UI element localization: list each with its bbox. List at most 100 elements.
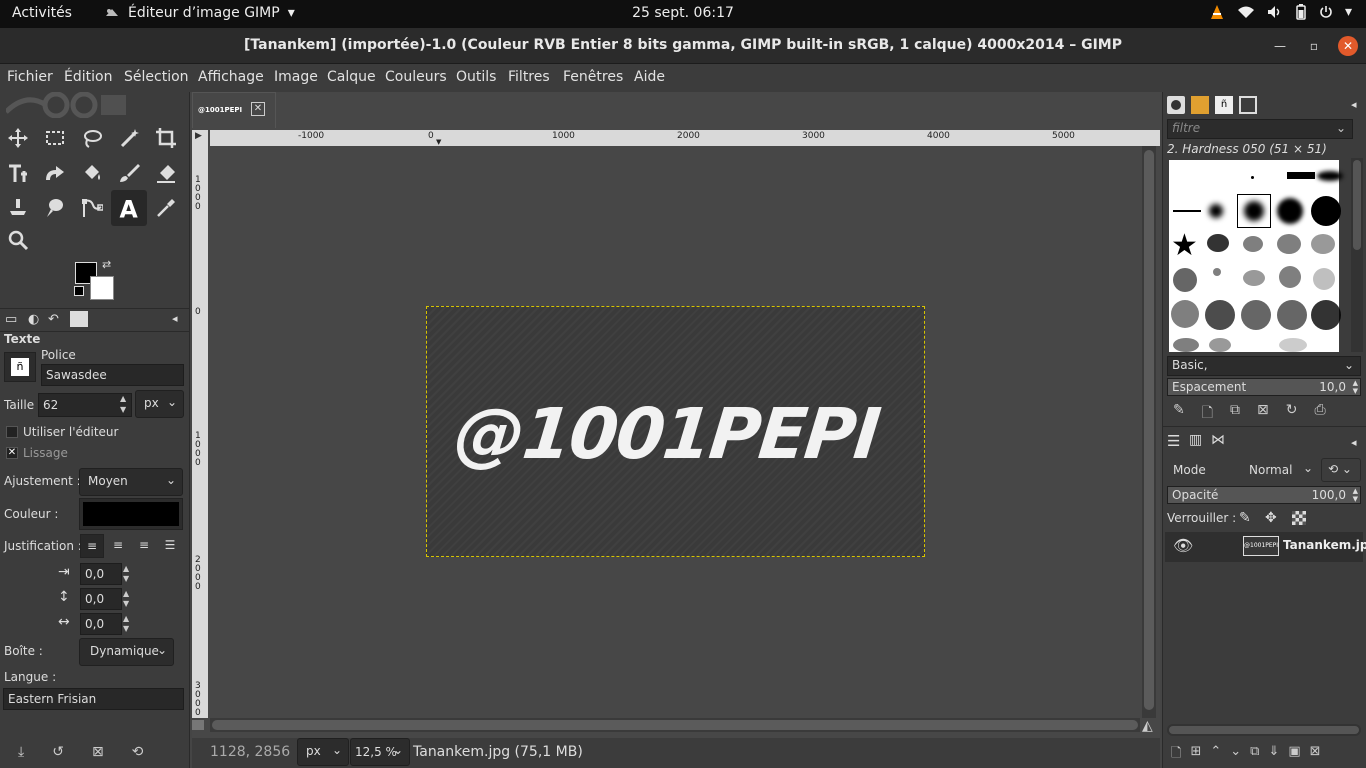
raise-layer-icon[interactable]: ⌃: [1210, 744, 1221, 766]
delete-options-icon[interactable]: ⊠: [92, 744, 104, 760]
color-picker-tool-icon[interactable]: [151, 193, 181, 223]
layer-row[interactable]: 👁 @1001PEPI Tanankem.jpg: [1165, 532, 1366, 562]
brush-item[interactable]: [1209, 338, 1231, 352]
eye-icon[interactable]: 👁: [1173, 536, 1193, 555]
open-brush-as-image-icon[interactable]: ⎙: [1314, 402, 1325, 426]
new-group-icon[interactable]: ⊞: [1190, 744, 1201, 766]
layer-mode-select[interactable]: Normal ⌄: [1243, 458, 1315, 482]
layers-hscrollbar[interactable]: [1167, 724, 1361, 736]
unified-transform-tool-icon[interactable]: [3, 158, 33, 188]
brushes-tab-icon[interactable]: [1167, 96, 1185, 114]
line-spacing-spin-icon[interactable]: ▲ ▼: [123, 589, 129, 609]
close-tab-icon[interactable]: ✕: [251, 102, 265, 116]
indent-spin-icon[interactable]: ▲ ▼: [123, 564, 129, 584]
text-color-button[interactable]: [79, 498, 183, 530]
vertical-scrollbar[interactable]: [1142, 146, 1156, 718]
delete-layer-icon[interactable]: ⊠: [1310, 744, 1321, 766]
dock-menu-icon[interactable]: ◂: [1351, 436, 1357, 449]
swap-colors-icon[interactable]: ⇄: [102, 258, 111, 271]
document-history-tab-icon[interactable]: [1239, 96, 1257, 114]
restore-options-icon[interactable]: ↺: [52, 744, 64, 760]
power-icon[interactable]: [1319, 5, 1333, 19]
duplicate-layer-icon[interactable]: ⧉: [1250, 744, 1259, 766]
brush-item[interactable]: [1241, 300, 1271, 330]
lock-pixels-icon[interactable]: ✎: [1239, 510, 1251, 526]
brush-item[interactable]: [1251, 176, 1254, 179]
justify-center-button[interactable]: ≡: [132, 534, 156, 558]
zoom-tool-icon[interactable]: [3, 225, 33, 255]
font-field[interactable]: Sawasdee: [41, 364, 184, 386]
save-options-icon[interactable]: ⤓: [18, 744, 24, 760]
menu-aide[interactable]: Aide: [634, 69, 665, 85]
device-status-tab-icon[interactable]: ◐: [28, 312, 39, 327]
brush-item[interactable]: [1277, 198, 1303, 224]
warp-tool-icon[interactable]: [40, 158, 70, 188]
menu-image[interactable]: Image: [274, 69, 318, 85]
smudge-tool-icon[interactable]: [40, 193, 70, 223]
vertical-ruler[interactable]: 1000 0 1000 2000 3000: [192, 146, 208, 718]
lower-layer-icon[interactable]: ⌄: [1230, 744, 1241, 766]
maximize-button[interactable]: ▫: [1304, 36, 1324, 56]
size-field[interactable]: 62: [38, 393, 132, 417]
paths-tool-icon[interactable]: [77, 193, 107, 223]
refresh-brushes-icon[interactable]: ↻: [1286, 402, 1298, 426]
antialias-label[interactable]: Lissage: [23, 446, 68, 460]
clock[interactable]: 25 sept. 06:17: [0, 5, 1366, 21]
justify-left-button[interactable]: ≡: [80, 534, 104, 558]
brush-item[interactable]: [1279, 338, 1307, 352]
use-editor-label[interactable]: Utiliser l'éditeur: [23, 425, 118, 439]
tool-options-tab-icon[interactable]: ▭: [5, 312, 17, 327]
brush-grid-scrollbar[interactable]: [1351, 158, 1363, 352]
image-canvas[interactable]: @1001PEPI: [426, 306, 925, 557]
brush-item[interactable]: [1207, 234, 1229, 252]
brush-item[interactable]: [1311, 300, 1341, 330]
brush-item[interactable]: [1205, 300, 1235, 330]
layers-tab-icon[interactable]: ☰: [1167, 432, 1180, 450]
merge-layer-icon[interactable]: ⇓: [1268, 744, 1279, 766]
layer-mode-switch-button[interactable]: ⟲ ⌄: [1321, 458, 1361, 482]
brush-item[interactable]: [1279, 266, 1301, 288]
brush-item[interactable]: [1311, 234, 1335, 254]
brush-item[interactable]: [1243, 270, 1265, 286]
scroll-thumb[interactable]: [212, 720, 1138, 730]
duplicate-brush-icon[interactable]: ⧉: [1230, 402, 1240, 426]
indent-field[interactable]: 0,0: [80, 563, 122, 585]
scroll-thumb[interactable]: [1353, 160, 1361, 250]
close-button[interactable]: ✕: [1338, 36, 1358, 56]
text-tool-icon[interactable]: A: [111, 190, 147, 226]
antialias-checkbox[interactable]: ✕: [6, 447, 18, 459]
bucket-fill-tool-icon[interactable]: [77, 158, 107, 188]
lock-alpha-icon[interactable]: [1292, 511, 1306, 525]
menu-fenetres[interactable]: Fenêtres: [563, 69, 623, 85]
menu-couleurs[interactable]: Couleurs: [385, 69, 447, 85]
patterns-tab-icon[interactable]: [1191, 96, 1209, 114]
menu-selection[interactable]: Sélection: [124, 69, 189, 85]
undo-history-tab-icon[interactable]: ↶: [48, 312, 59, 327]
chevron-down-icon[interactable]: ▾: [1345, 4, 1352, 20]
box-select[interactable]: Dynamique ⌄: [79, 638, 174, 666]
menu-filtres[interactable]: Filtres: [508, 69, 550, 85]
line-spacing-field[interactable]: 0,0: [80, 588, 122, 610]
zoom-select[interactable]: 12,5 % ⌄: [350, 738, 410, 766]
letter-spacing-field[interactable]: 0,0: [80, 613, 122, 635]
horizontal-ruler[interactable]: -1000 0 1000 2000 3000 4000 5000 ▼: [210, 130, 1160, 146]
mask-layer-icon[interactable]: ▣: [1288, 744, 1300, 766]
image-tab[interactable]: @1001PEPI ✕: [192, 92, 276, 128]
dock-menu-icon[interactable]: ◂: [172, 312, 178, 325]
brush-item[interactable]: [1311, 196, 1341, 226]
background-color-swatch[interactable]: [90, 276, 114, 300]
paintbrush-tool-icon[interactable]: [114, 158, 144, 188]
volume-icon[interactable]: [1267, 5, 1283, 19]
brush-item[interactable]: [1313, 268, 1335, 290]
lock-position-icon[interactable]: ✥: [1265, 510, 1277, 526]
horizontal-scrollbar[interactable]: [210, 718, 1140, 732]
crop-tool-icon[interactable]: [151, 123, 181, 153]
layer-name[interactable]: Tanankem.jpg: [1283, 538, 1366, 552]
zoom-corner-icon[interactable]: [192, 720, 204, 730]
language-field[interactable]: Eastern Frisian: [3, 688, 184, 710]
justify-right-button[interactable]: ≡: [106, 534, 130, 558]
rect-select-tool-icon[interactable]: [40, 123, 70, 153]
wifi-icon[interactable]: [1237, 5, 1255, 19]
brush-item[interactable]: [1277, 234, 1301, 254]
delete-brush-icon[interactable]: ⊠: [1257, 402, 1269, 426]
